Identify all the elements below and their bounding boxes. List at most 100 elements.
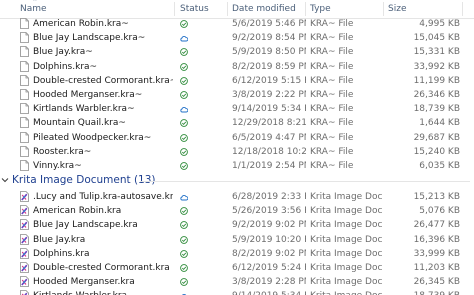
table-row[interactable]: Blue Jay Landscape.kra~ 9/2/2019 8:54 PM K… [0, 31, 474, 45]
file-type: KRA~ File [310, 75, 354, 86]
krita-document-file-icon [20, 290, 29, 295]
file-date-modified: 5/9/2019 10:20 PM [232, 234, 306, 245]
krita-document-file-icon [20, 219, 29, 231]
group-header-krita-image-document[interactable]: Krita Image Document (13) [0, 173, 474, 189]
synced-check-icon [180, 62, 188, 71]
file-size: 26,346 KB [413, 90, 460, 100]
file-size: 26,477 KB [413, 220, 460, 231]
file-date-modified: 6/5/2019 4:47 PM [232, 132, 306, 143]
kra-backup-file-icon [20, 117, 29, 129]
synced-check-icon [180, 20, 188, 28]
table-row[interactable]: Kirtlands Warbler.kra 9/14/2019 5:34 PM Kr… [0, 289, 474, 295]
file-date-modified: 6/12/2019 5:24 PM [232, 263, 306, 273]
file-type: KRA~ File [310, 118, 354, 129]
file-date-modified: 12/18/2018 10:26 ... [232, 146, 306, 157]
file-name[interactable]: Rooster.kra~ [33, 145, 173, 159]
table-row[interactable]: .Lucy and Tulip.kra-autosave.kra 6/28/201… [0, 190, 474, 204]
file-name[interactable]: Mountain Quail.kra~ [33, 116, 173, 130]
file-size: 33,999 KB [413, 248, 460, 259]
group-title: Krita Image Document (13) [12, 174, 156, 186]
file-name[interactable]: Blue Jay.kra~ [33, 45, 173, 59]
krita-document-file-icon [20, 233, 29, 245]
table-row[interactable]: Pileated Woodpecker.kra~ 6/5/2019 4:47 PM… [0, 131, 474, 145]
synced-check-icon [180, 133, 188, 142]
krita-document-file-icon [20, 205, 29, 217]
file-name[interactable]: Blue Jay Landscape.kra [33, 218, 173, 232]
kra-backup-file-icon [20, 18, 29, 29]
file-date-modified: 3/8/2019 2:22 PM [232, 90, 306, 100]
kra-backup-file-icon [20, 145, 29, 157]
synced-check-icon [180, 207, 188, 216]
synced-check-icon [180, 119, 188, 128]
file-date-modified: 9/14/2019 5:34 PM [232, 289, 306, 295]
file-type: Krita Image Docu... [310, 206, 382, 217]
cloud-icon [180, 36, 188, 42]
file-name[interactable]: Hooded Merganser.kra~ [33, 88, 173, 102]
file-name[interactable]: Kirtlands Warbler.kra~ [33, 102, 173, 116]
table-row[interactable]: Vinny.kra~ 1/1/2019 2:54 PM KRA~ File 6,035… [0, 159, 474, 173]
column-header-type[interactable]: Type [310, 0, 331, 18]
file-name[interactable]: Double-crested Cormorant.kra [33, 261, 173, 275]
table-row[interactable]: Blue Jay.kra~ 5/9/2019 8:50 PM KRA~ File 15… [0, 45, 474, 59]
column-header-name[interactable]: Name [20, 0, 47, 18]
file-type: Krita Image Docu... [310, 263, 382, 273]
file-name[interactable]: Blue Jay Landscape.kra~ [33, 31, 173, 45]
file-size: 15,240 KB [413, 146, 460, 157]
file-name[interactable]: Double-crested Cormorant.kra~ [33, 74, 173, 88]
table-row[interactable]: Dolphins.kra 8/2/2019 9:02 PM Krita Image … [0, 247, 474, 261]
column-header-date-modified[interactable]: Date modified [232, 0, 296, 18]
file-type: KRA~ File [310, 132, 354, 143]
file-size: 11,199 KB [413, 75, 460, 86]
table-row[interactable]: Kirtlands Warbler.kra~ 9/14/2019 5:34 PM K… [0, 102, 474, 116]
kra-backup-file-icon [20, 131, 29, 143]
column-divider[interactable] [227, 2, 228, 16]
column-header-status[interactable]: Status [180, 0, 209, 18]
chevron-down-icon[interactable] [1, 176, 9, 184]
file-name[interactable]: Hooded Merganser.kra [33, 275, 173, 289]
column-divider[interactable] [305, 2, 306, 16]
file-type: Krita Image Docu... [310, 234, 382, 245]
file-list-view: ⌃ Name Status Date modified Type Size Am… [0, 0, 474, 295]
column-divider[interactable] [174, 2, 175, 16]
table-row[interactable]: Hooded Merganser.kra~ 3/8/2019 2:22 PM KRA… [0, 88, 474, 102]
kra-backup-file-icon [20, 46, 29, 58]
file-size: 4,995 KB [419, 19, 460, 29]
file-date-modified: 5/6/2019 5:46 PM [232, 19, 306, 29]
file-type: KRA~ File [310, 104, 354, 115]
table-row[interactable]: American Robin.kra 5/26/2019 3:56 PM Krita… [0, 204, 474, 218]
table-row[interactable]: Double-crested Cormorant.kra 6/12/2019 5:… [0, 261, 474, 275]
group-divider-line [140, 181, 470, 182]
file-type: KRA~ File [310, 47, 354, 58]
krita-document-file-icon [20, 262, 29, 273]
file-size: 26,345 KB [413, 277, 460, 288]
file-name[interactable]: Dolphins.kra [33, 247, 173, 261]
table-row[interactable]: Dolphins.kra~ 8/2/2019 8:59 PM KRA~ File 33… [0, 60, 474, 74]
cloud-icon [180, 195, 188, 201]
table-row[interactable]: Double-crested Cormorant.kra~ 6/12/2019 5… [0, 74, 474, 88]
file-name[interactable]: Dolphins.kra~ [33, 60, 173, 74]
file-date-modified: 8/2/2019 8:59 PM [232, 61, 306, 72]
kra-backup-file-icon [20, 32, 29, 44]
file-name[interactable]: American Robin.kra~ [33, 17, 173, 31]
file-name[interactable]: Blue Jay.kra [33, 233, 173, 247]
file-size: 33,992 KB [413, 61, 460, 72]
column-divider[interactable] [383, 2, 384, 16]
file-name[interactable]: Pileated Woodpecker.kra~ [33, 131, 173, 145]
file-date-modified: 3/8/2019 2:28 PM [232, 277, 306, 288]
table-row[interactable]: Blue Jay Landscape.kra 9/2/2019 9:02 PM Kr… [0, 218, 474, 232]
column-header-size[interactable]: Size [388, 0, 406, 18]
file-size: 6,035 KB [419, 161, 460, 171]
file-name[interactable]: Kirtlands Warbler.kra [33, 289, 173, 295]
file-type: Krita Image Docu... [310, 277, 382, 288]
file-size: 15,213 KB [413, 192, 460, 202]
file-name[interactable]: .Lucy and Tulip.kra-autosave.kra [33, 190, 173, 204]
table-row[interactable]: Blue Jay.kra 5/9/2019 10:20 PM Krita Image… [0, 233, 474, 247]
file-name[interactable]: Vinny.kra~ [33, 159, 173, 173]
table-row[interactable]: Mountain Quail.kra~ 12/29/2018 8:21 PM KRA… [0, 116, 474, 130]
table-row[interactable]: American Robin.kra~ 5/6/2019 5:46 PM KRA~ … [0, 17, 474, 31]
cloud-icon [180, 107, 188, 113]
table-row[interactable]: Rooster.kra~ 12/18/2018 10:26 ... KRA~ Fil… [0, 145, 474, 159]
file-name[interactable]: American Robin.kra [33, 204, 173, 218]
table-row[interactable]: Hooded Merganser.kra 3/8/2019 2:28 PM Krit… [0, 275, 474, 289]
column-divider[interactable] [462, 2, 463, 16]
